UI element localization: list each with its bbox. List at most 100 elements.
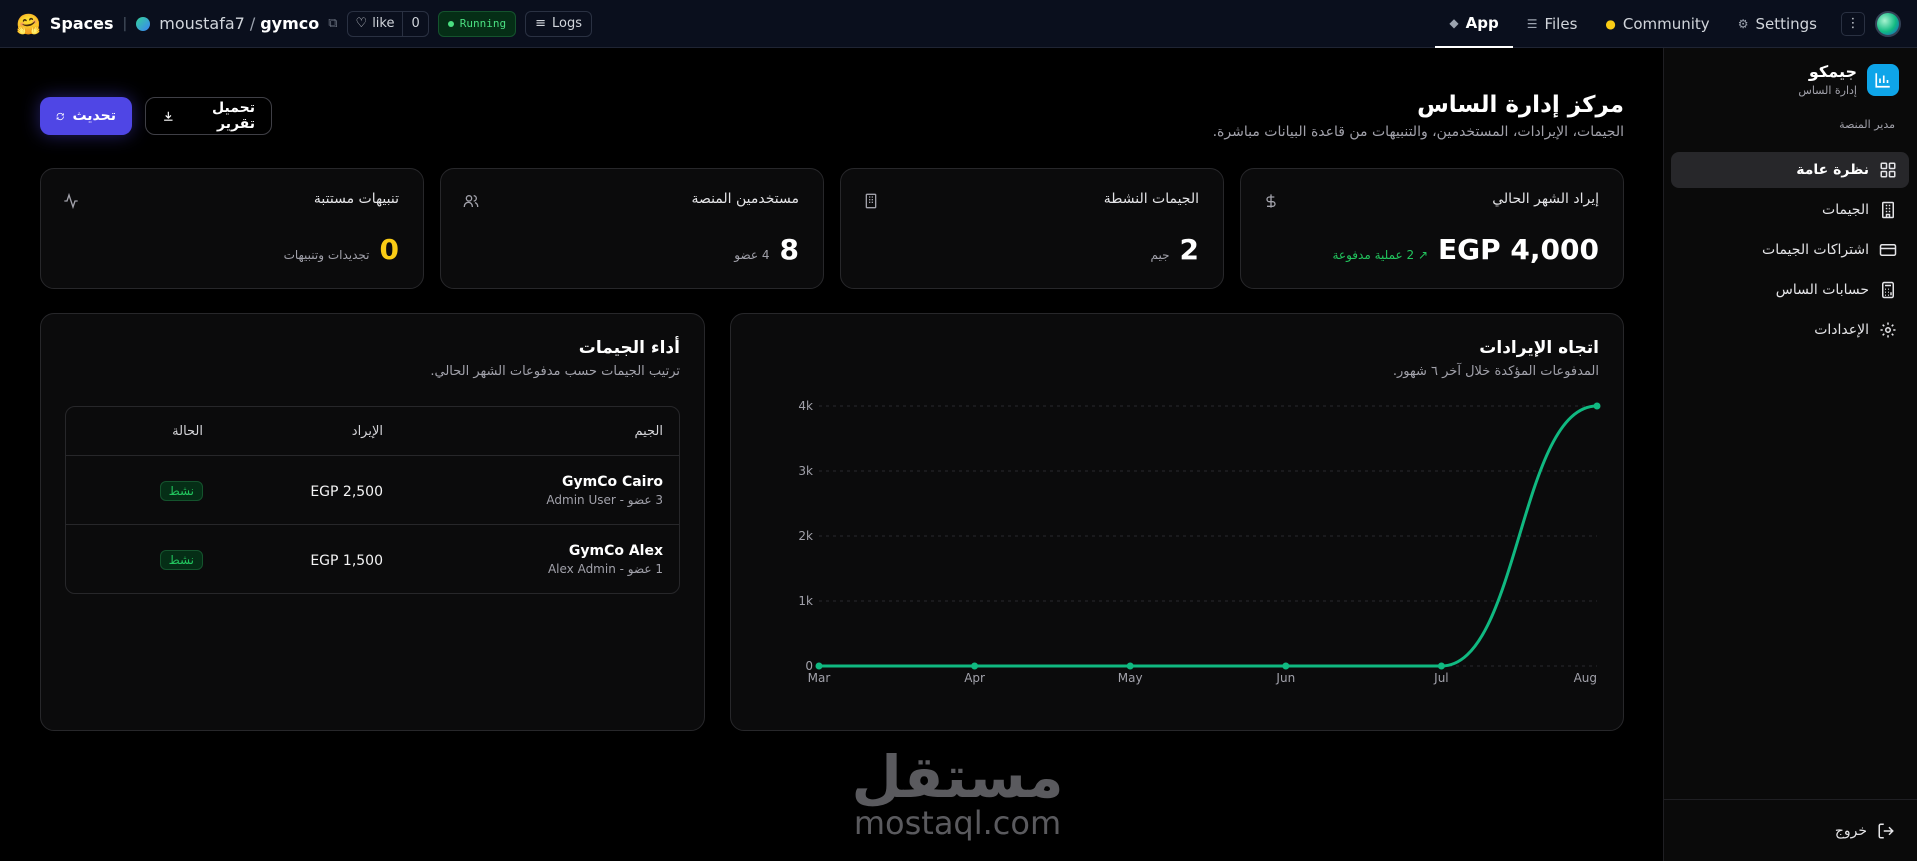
sidebar-item-overview[interactable]: نظرة عامة [1671,152,1909,188]
path-slash: / [249,14,256,33]
stat-card-alerts: تنبيهات مستتبة 0 تجديدات وتنبيهات [40,168,424,289]
data-point [1126,662,1134,670]
logout-icon [1878,823,1894,838]
download-report-button[interactable]: تحميل تقرير [145,97,272,135]
tab-files[interactable]: ☰ Files [1513,0,1592,48]
logs-label: Logs [552,16,583,31]
tab-app[interactable]: ◆ App [1435,0,1513,48]
table-header: الجيم الإيراد الحالة [66,407,679,455]
x-tick-label: Aug [1574,671,1597,685]
page-subtitle: الجيمات، الإيرادات، المستخدمين، والتنبيه… [1212,124,1624,140]
brand-subtitle: إدارة الساس [1798,84,1857,97]
sidebar-item-saas-accounts[interactable]: حسابات الساس [1671,272,1909,308]
logs-button[interactable]: ≡ Logs [525,10,593,37]
sidebar-item-settings[interactable]: الإعدادات [1671,312,1909,348]
revenue-trend-panel: اتجاه الإيرادات المدفوعات المؤكدة خلال آ… [730,313,1624,731]
x-tick-label: Apr [964,671,985,685]
watermark-arabic: مستقل [851,743,1064,811]
sidebar-item-label: الجيمات [1822,202,1869,218]
gym-name: GymCo Cairo [561,473,663,490]
data-point [815,662,823,670]
panel-subtitle: ترتيب الجيمات حسب مدفوعات الشهر الحالي. [430,364,680,379]
gym-performance-panel: أداء الجيمات ترتيب الجيمات حسب مدفوعات ا… [40,313,705,731]
revenue-line-chart: 01k2k3k4kMar Apr May Jun Jul Aug [798,399,1601,685]
stat-value: 8 [779,233,799,266]
x-tick-label: Jun [1275,671,1295,685]
logout-button[interactable]: خروج [1663,799,1917,861]
sidebar-item-label: اشتراكات الجيمات [1762,242,1869,258]
activity-icon [64,193,78,209]
repo-link[interactable]: gymco [260,14,319,33]
tab-app-label: App [1465,13,1499,32]
users-icon [463,195,479,207]
sidebar-menu: نظرة عامة الجيمات اشتراكات الجيمات حسابا… [1671,152,1909,352]
status-badge[interactable]: Running [437,10,517,37]
logout-label: خروج [1834,822,1867,839]
x-tick-label: May [1118,671,1143,685]
more-options-icon[interactable]: ⋮ [1841,11,1865,36]
dollar-icon [1266,194,1276,208]
stat-note: ↗ 2 عملية مدفوعة [1333,248,1429,262]
column-header-status: الحالة [172,423,203,439]
table-row[interactable]: GymCo Alex 1 عضو - Alex Admin EGP 1,500 … [66,524,679,593]
hugging-face-logo-icon[interactable]: 🤗 [16,14,41,34]
stat-value: 2 [1179,233,1199,266]
panel-title: أداء الجيمات [578,338,680,358]
stat-card-platform-users: مستخدمين المنصة 8 4 عضو [440,168,824,289]
user-avatar[interactable] [1875,10,1901,37]
data-point [1437,662,1445,670]
sidebar-item-subscriptions[interactable]: اشتراكات الجيمات [1671,232,1909,268]
tab-community[interactable]: ● Community [1591,0,1723,48]
sidebar-item-label: نظرة عامة [1796,162,1869,178]
building-icon [1882,201,1894,219]
gym-revenue: EGP 2,500 [310,483,383,500]
stat-label: مستخدمين المنصة [691,191,799,207]
gear-icon [1880,322,1896,338]
top-bar: 🤗 Spaces | moustafa7 / gymco ⧉ ♡ like 0 R… [0,0,1917,48]
chart-logo-icon [1867,63,1899,96]
like-label: like [372,16,395,31]
sidebar-item-label: حسابات الساس [1775,282,1869,298]
gym-table: الجيم الإيراد الحالة GymCo Cairo 3 عضو -… [65,406,680,594]
spaces-link[interactable]: Spaces [50,14,114,33]
gym-meta: 1 عضو - Alex Admin [547,561,663,576]
watermark: مستقل mostaql.com [845,748,1070,841]
copy-icon[interactable]: ⧉ [328,16,337,31]
stat-note: 4 عضو [734,248,770,262]
sidebar-item-gyms[interactable]: الجيمات [1671,192,1909,228]
refresh-icon [56,112,64,120]
gear-icon: ⚙ [1737,16,1749,31]
trend-up-icon: ↗ [1417,248,1429,262]
series-line [819,404,1598,668]
separator: | [122,15,128,32]
stat-card-revenue: إيراد الشهر الحالي EGP 4,000 ↗ 2 عملية م… [1240,168,1624,289]
list-icon: ≡ [535,16,547,31]
stat-note: جيم [1150,248,1170,262]
table-row[interactable]: GymCo Cairo 3 عضو - Admin User EGP 2,500… [66,455,679,524]
panel-subtitle: المدفوعات المؤكدة خلال آخر ٦ شهور. [1392,364,1599,379]
tab-files-label: Files [1544,14,1578,33]
panel-title: اتجاه الإيرادات [1479,338,1599,358]
cube-icon: ◆ [1449,15,1459,30]
like-count: 0 [402,11,427,36]
status-badge: نشط [159,549,203,570]
y-tick-label: 3k [798,464,813,478]
stat-label: تنبيهات مستتبة [313,191,399,207]
stat-note-text: 2 عملية مدفوعة [1332,248,1415,262]
grid-icon [1880,162,1896,178]
watermark-latin: mostaql.com [853,804,1062,842]
download-icon [164,111,173,121]
like-button[interactable]: ♡ like 0 [346,10,429,37]
user-role: مدير المنصة [1839,118,1895,131]
owner-link[interactable]: moustafa7 [159,14,245,33]
refresh-button[interactable]: تحديث [40,97,132,135]
building-icon [865,193,877,209]
column-header-revenue: الإيراد [351,423,383,439]
files-icon: ☰ [1526,16,1538,31]
gym-meta: 3 عضو - Admin User [546,492,663,507]
gym-revenue: EGP 1,500 [310,552,383,569]
stat-value: 0 [379,233,399,266]
sidebar: جيمكو إدارة الساس مدير المنصة نظرة عامة … [1663,48,1917,861]
status-text: Running [459,17,507,30]
tab-settings[interactable]: ⚙ Settings [1724,0,1831,48]
